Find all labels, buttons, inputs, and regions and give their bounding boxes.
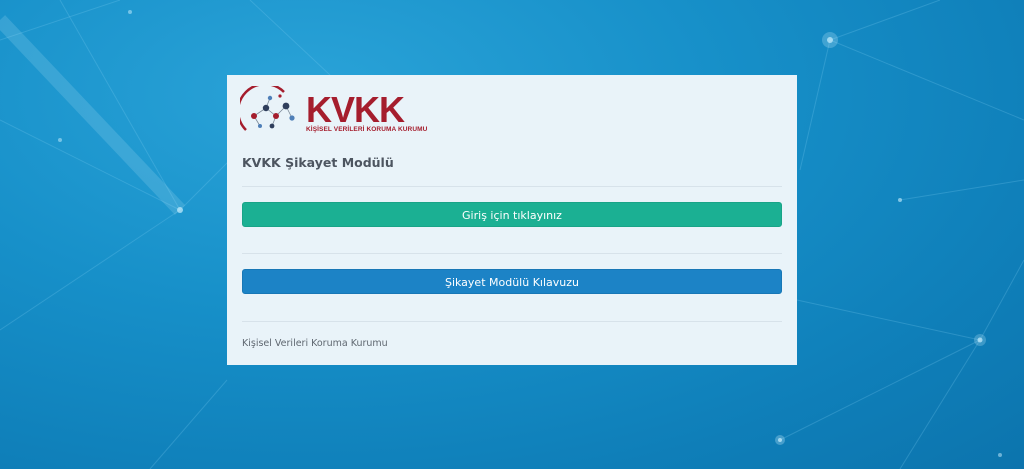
logo-wordmark: KVKK	[306, 89, 405, 130]
divider	[242, 253, 782, 254]
page-title: KVKK Şikayet Modülü	[242, 155, 394, 170]
login-button[interactable]: Giriş için tıklayınız	[242, 202, 782, 227]
kvkk-logo: KVKK KİŞİSEL VERİLERİ KORUMA KURUMU	[240, 86, 427, 136]
divider	[242, 321, 782, 322]
logo-subtitle: KİŞİSEL VERİLERİ KORUMA KURUMU	[306, 126, 428, 133]
divider	[242, 186, 782, 187]
complaint-guide-button[interactable]: Şikayet Modülü Kılavuzu	[242, 269, 782, 294]
network-emblem-icon	[240, 86, 295, 131]
login-panel: KVKK KİŞİSEL VERİLERİ KORUMA KURUMU KVKK…	[227, 75, 797, 365]
footer-text: Kişisel Verileri Koruma Kurumu	[242, 338, 388, 349]
